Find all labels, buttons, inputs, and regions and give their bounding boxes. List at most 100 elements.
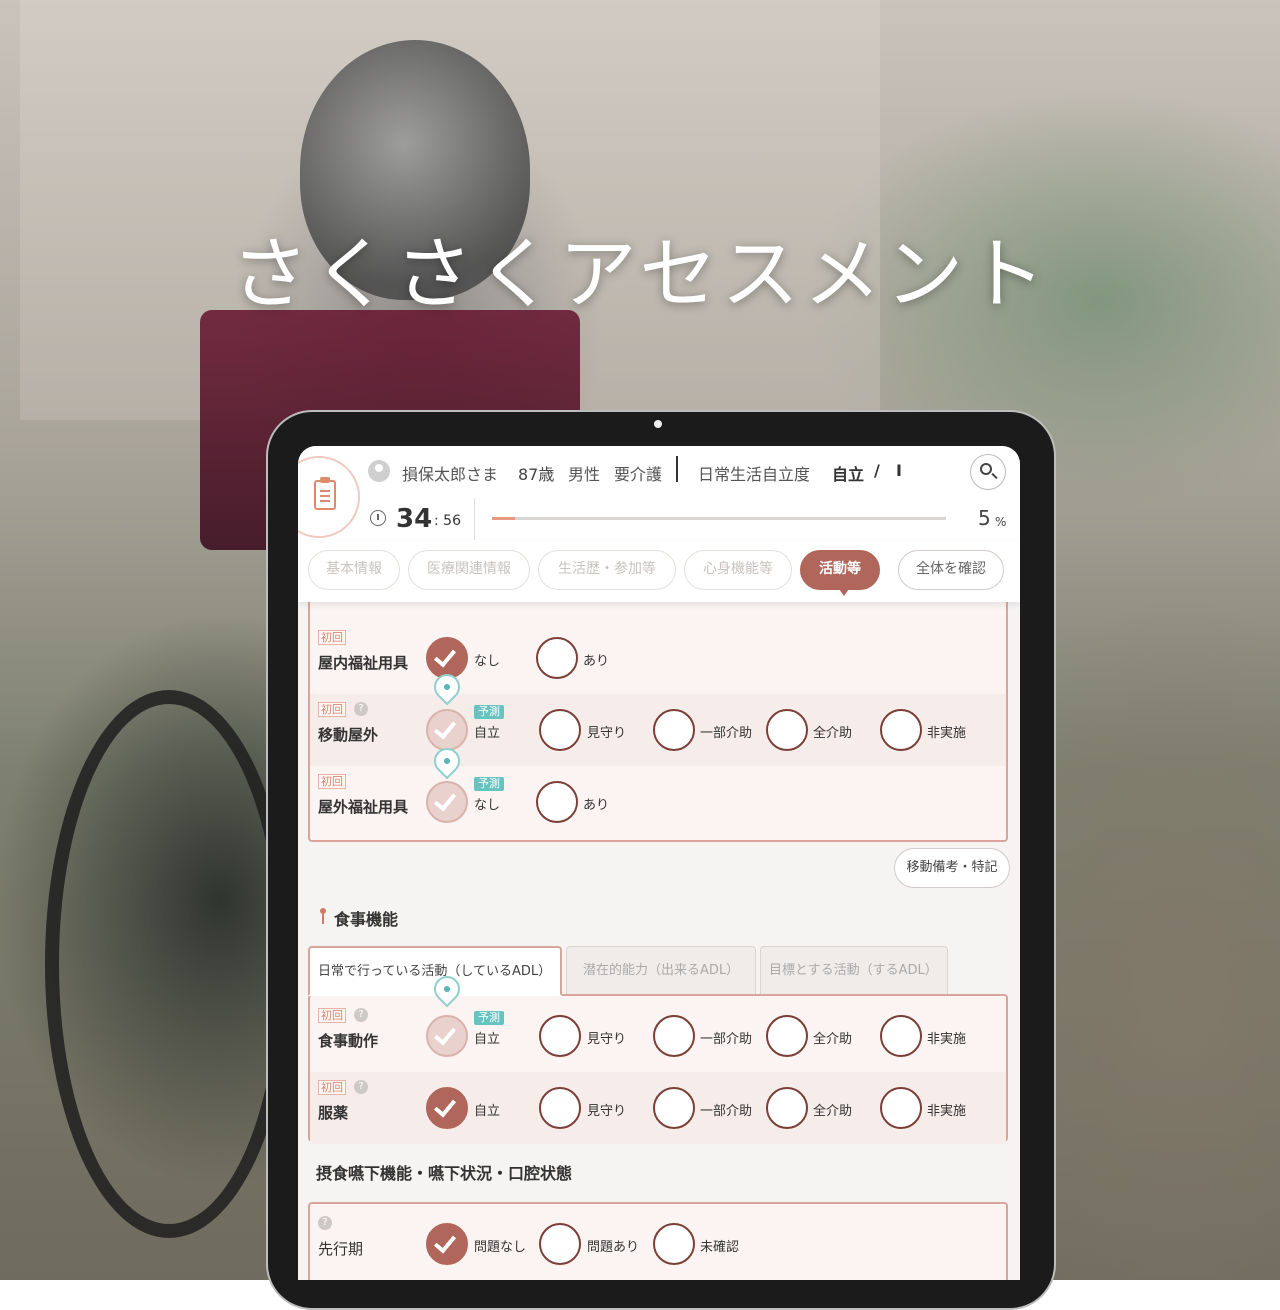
timer-minutes: 34 bbox=[396, 504, 433, 534]
option-radio[interactable] bbox=[536, 637, 578, 679]
tab-confirm-all[interactable]: 全体を確認 bbox=[898, 550, 1004, 590]
check-icon bbox=[433, 644, 457, 668]
option-radio[interactable] bbox=[539, 1087, 581, 1129]
check-icon bbox=[433, 788, 457, 812]
clock-icon bbox=[370, 510, 386, 526]
patient-gender: 男性 bbox=[568, 465, 601, 484]
row-outdoor-equipment: 初回 屋外福祉用具 予測 なし あり bbox=[310, 766, 1006, 838]
section-title: 食事機能 bbox=[334, 910, 399, 929]
option-label: 全介助 bbox=[813, 726, 853, 741]
option-label: 自立 bbox=[474, 1104, 501, 1119]
option-label: 見守り bbox=[587, 726, 627, 741]
option-radio[interactable] bbox=[539, 1015, 581, 1057]
patient-age: 87歳 bbox=[518, 465, 555, 484]
row-label: 先行期 bbox=[318, 1240, 364, 1258]
progress-fill bbox=[492, 517, 515, 520]
row-label: 屋内福祉用具 bbox=[318, 654, 409, 672]
tab-goal-adl[interactable]: 目標とする活動（するADL） bbox=[760, 946, 948, 996]
patient-header: 損保太郎さま 87歳 男性 要介護 日常生活自立度 自立 / I bbox=[298, 446, 1020, 499]
option-label: 見守り bbox=[587, 1104, 627, 1119]
option-radio[interactable] bbox=[536, 781, 578, 823]
option-radio[interactable] bbox=[539, 1223, 581, 1265]
option-radio[interactable] bbox=[539, 709, 581, 751]
row-outdoor-mobility: 初回 ? 移動屋外 予測 自立 見守り 一部介助 全介助 非実施 bbox=[310, 694, 1006, 766]
progress-bar bbox=[492, 517, 946, 520]
option-radio[interactable] bbox=[766, 1087, 808, 1129]
help-icon[interactable]: ? bbox=[354, 1080, 368, 1094]
option-radio[interactable] bbox=[426, 781, 468, 823]
row-label: 服薬 bbox=[318, 1104, 349, 1122]
option-label: 非実施 bbox=[927, 1032, 967, 1047]
option-label: あり bbox=[583, 798, 610, 813]
tab-capable-adl[interactable]: 潜在的能力（出来るADL） bbox=[566, 946, 756, 996]
divider bbox=[474, 498, 475, 540]
option-label: 問題あり bbox=[587, 1240, 640, 1255]
avatar bbox=[368, 460, 390, 482]
option-label: 全介助 bbox=[813, 1104, 853, 1119]
row-label: 屋外福祉用具 bbox=[318, 798, 409, 816]
independence-label: 日常生活自立度 bbox=[698, 465, 811, 484]
section-tabs: 基本情報 医療関連情報 生活歴・参加等 心身機能等 活動等 全体を確認 bbox=[298, 540, 1020, 602]
first-time-badge: 初回 bbox=[318, 774, 346, 789]
check-icon bbox=[433, 716, 457, 740]
option-radio[interactable] bbox=[426, 1223, 468, 1265]
prediction-tag: 予測 bbox=[474, 705, 504, 719]
option-label: 未確認 bbox=[700, 1240, 740, 1255]
option-label: 自立 bbox=[474, 1032, 501, 1047]
search-icon bbox=[980, 463, 992, 475]
option-label: 自立 bbox=[474, 726, 501, 741]
option-radio[interactable] bbox=[653, 1223, 695, 1265]
option-radio[interactable] bbox=[880, 709, 922, 751]
option-radio[interactable] bbox=[653, 1015, 695, 1057]
option-label: 非実施 bbox=[927, 1104, 967, 1119]
help-icon[interactable]: ? bbox=[318, 1216, 332, 1230]
tab-life-history[interactable]: 生活歴・参加等 bbox=[538, 550, 676, 590]
help-icon[interactable]: ? bbox=[354, 1008, 368, 1022]
tab-mind-body[interactable]: 心身機能等 bbox=[684, 550, 792, 590]
progress-unit: % bbox=[995, 515, 1007, 529]
row-anticipatory-phase: ? 先行期 問題なし 問題あり 未確認 bbox=[310, 1208, 1006, 1280]
independence-value: 自立 bbox=[832, 465, 865, 484]
tab-medical-info[interactable]: 医療関連情報 bbox=[408, 550, 530, 590]
person-icon bbox=[316, 908, 330, 924]
independence-sub: I bbox=[896, 461, 902, 480]
option-label: なし bbox=[474, 798, 501, 813]
option-radio[interactable] bbox=[880, 1015, 922, 1057]
search-button[interactable] bbox=[970, 454, 1006, 490]
row-label: 食事動作 bbox=[318, 1032, 379, 1050]
option-label: 一部介助 bbox=[700, 1104, 753, 1119]
option-label: 問題なし bbox=[474, 1240, 527, 1255]
app-screen: 損保太郎さま 87歳 男性 要介護 日常生活自立度 自立 / I 34 : 56… bbox=[298, 446, 1020, 1280]
row-indoor-equipment: 初回 屋内福祉用具 なし あり bbox=[310, 622, 1006, 694]
option-radio[interactable] bbox=[426, 1015, 468, 1057]
row-label: 移動屋外 bbox=[318, 726, 379, 744]
swallow-panel: ? 先行期 問題なし 問題あり 未確認 bbox=[308, 1202, 1008, 1280]
option-label: あり bbox=[583, 654, 610, 669]
first-time-badge: 初回 bbox=[318, 702, 346, 717]
background-wheel bbox=[45, 690, 293, 1238]
option-radio[interactable] bbox=[880, 1087, 922, 1129]
option-radio[interactable] bbox=[653, 1087, 695, 1129]
option-radio[interactable] bbox=[426, 1087, 468, 1129]
option-radio[interactable] bbox=[653, 709, 695, 751]
first-time-badge: 初回 bbox=[318, 630, 346, 645]
hero-title: さくさくアセスメント bbox=[230, 230, 1050, 320]
check-icon bbox=[433, 1022, 457, 1046]
option-label: なし bbox=[474, 654, 501, 669]
mobility-panel: 初回 屋内福祉用具 なし あり 初回 ? 移動屋外 予測 自立 見守り 一部介助… bbox=[308, 596, 1008, 842]
meal-panel: 初回 ? 食事動作 予測 自立 見守り 一部介助 全介助 非実施 初回 ? 服薬… bbox=[308, 994, 1008, 1144]
option-radio[interactable] bbox=[426, 709, 468, 751]
timer-bar: 34 : 56 5 % bbox=[298, 498, 1020, 541]
first-time-badge: 初回 bbox=[318, 1008, 346, 1023]
option-radio[interactable] bbox=[766, 709, 808, 751]
option-label: 非実施 bbox=[927, 726, 967, 741]
timer-seconds: : 56 bbox=[434, 513, 461, 529]
tab-activities[interactable]: 活動等 bbox=[800, 550, 880, 596]
tab-basic-info[interactable]: 基本情報 bbox=[308, 550, 400, 590]
option-label: 一部介助 bbox=[700, 1032, 753, 1047]
patient-name: 損保太郎さま bbox=[402, 465, 499, 484]
mobility-notes-button[interactable]: 移動備考・特記 bbox=[894, 848, 1010, 888]
option-radio[interactable] bbox=[766, 1015, 808, 1057]
help-icon[interactable]: ? bbox=[354, 702, 368, 716]
option-label: 全介助 bbox=[813, 1032, 853, 1047]
